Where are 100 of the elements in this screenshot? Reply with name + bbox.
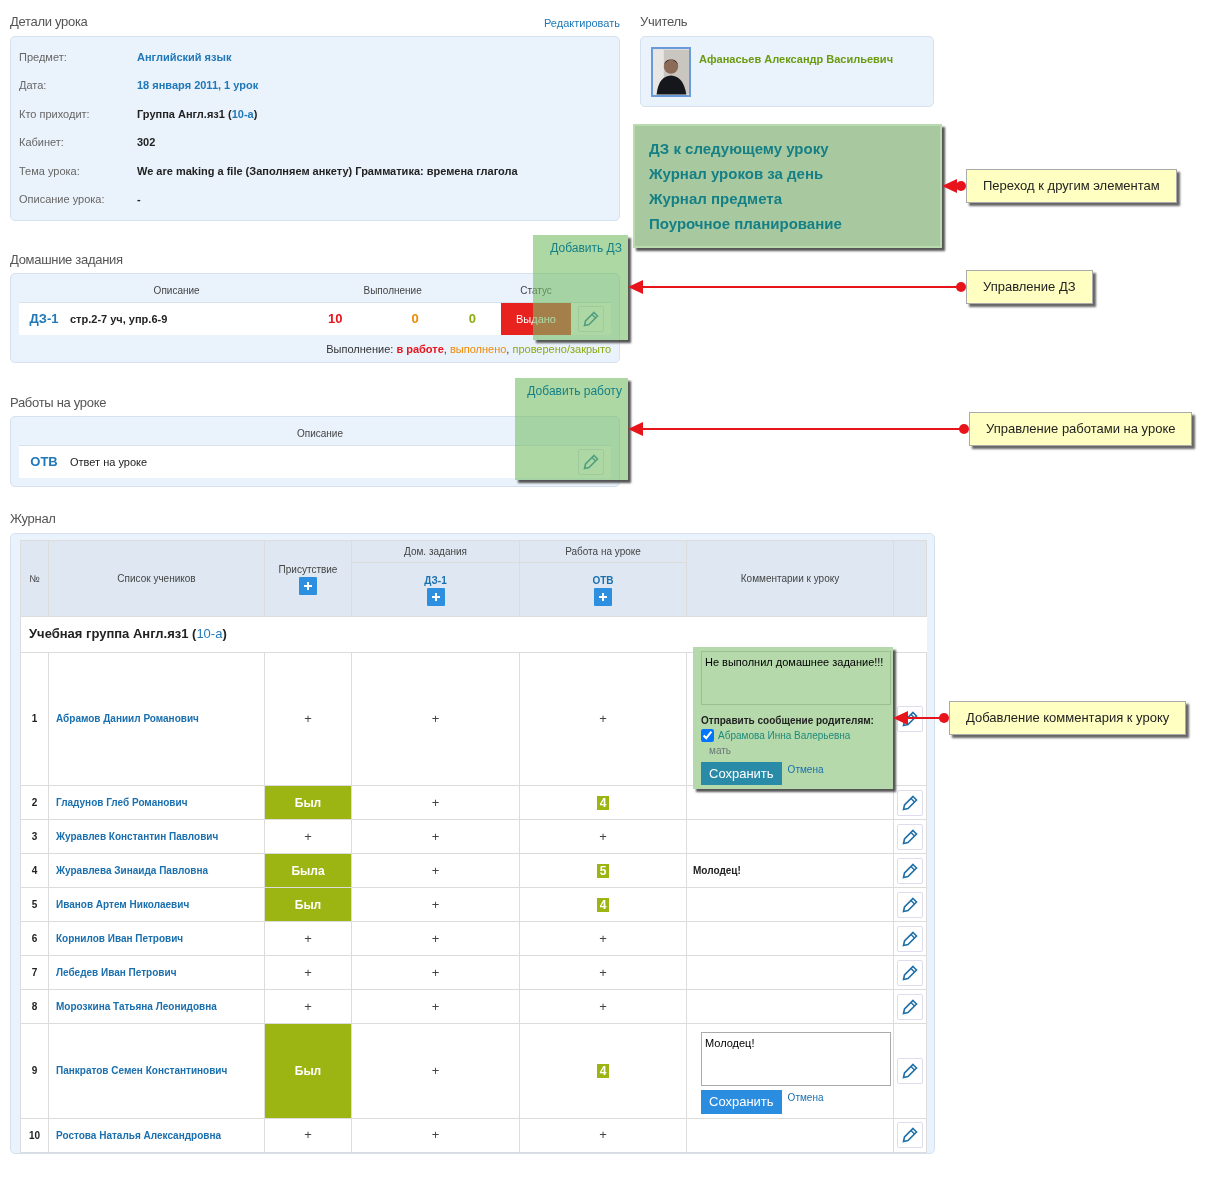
count-value: 10 xyxy=(328,311,343,326)
plus-icon xyxy=(598,591,608,602)
student-link[interactable]: Иванов Артем Николаевич xyxy=(56,899,190,910)
field-label: Описание урока: xyxy=(19,193,105,205)
description-text: Ответ на уроке xyxy=(70,455,148,468)
field-value: Группа Англ.яз1 (10-а) xyxy=(137,107,258,120)
column-header: Описание xyxy=(297,428,343,440)
column-header: № xyxy=(29,572,40,584)
row-number: 5 xyxy=(31,899,38,910)
pencil-icon xyxy=(902,828,918,845)
parent-name: Абрамова Инна Валерьевна xyxy=(718,728,851,743)
cancel-link[interactable]: Отмена xyxy=(787,761,824,777)
plus-mark[interactable]: + xyxy=(431,1127,440,1143)
plus-mark[interactable]: + xyxy=(431,862,440,878)
plus-mark[interactable]: + xyxy=(599,1127,607,1143)
plus-mark[interactable]: + xyxy=(431,828,440,844)
student-link[interactable]: Гладунов Глеб Романович xyxy=(56,797,188,808)
column-link[interactable]: ОТВ xyxy=(592,574,614,586)
edit-button[interactable] xyxy=(897,925,923,952)
callout-label: Переход к другим элементам xyxy=(966,169,1177,203)
pencil-icon xyxy=(902,862,918,879)
value-link[interactable]: Английский язык xyxy=(137,50,232,63)
add-button[interactable] xyxy=(299,576,317,595)
edit-button[interactable] xyxy=(897,993,923,1020)
plus-mark[interactable]: + xyxy=(431,964,440,980)
comment-text: Молодец! xyxy=(693,865,741,876)
edit-link[interactable]: Редактировать xyxy=(544,15,620,32)
class-link[interactable]: 10-а xyxy=(196,626,223,642)
add-link[interactable]: Добавить ДЗ xyxy=(533,234,628,257)
edit-button[interactable] xyxy=(897,857,923,884)
student-link[interactable]: Корнилов Иван Петрович xyxy=(56,933,184,944)
comment-field[interactable]: Молодец! xyxy=(701,1032,891,1086)
plus-mark[interactable]: + xyxy=(304,828,312,844)
relation-label: мать xyxy=(709,744,731,756)
value-link[interactable]: 18 января 2011, 1 урок xyxy=(137,79,259,91)
plus-mark[interactable]: + xyxy=(304,711,312,726)
edit-button[interactable] xyxy=(897,891,923,918)
plus-mark[interactable]: + xyxy=(304,964,312,980)
plus-mark[interactable]: + xyxy=(431,794,440,810)
plus-mark[interactable]: + xyxy=(599,930,607,946)
column-header: Список учеников xyxy=(117,572,196,584)
student-link[interactable]: Панкратов Семен Константинович xyxy=(56,1065,228,1077)
pencil-icon xyxy=(583,310,599,327)
field-value: - xyxy=(137,193,141,205)
edit-button[interactable] xyxy=(897,789,923,816)
pencil-icon xyxy=(902,964,918,981)
row-number: 8 xyxy=(31,1001,38,1012)
edit-button[interactable] xyxy=(897,823,923,850)
plus-mark[interactable]: + xyxy=(599,828,607,844)
row-number: 7 xyxy=(31,967,38,978)
edit-button[interactable] xyxy=(897,959,923,986)
add-button[interactable] xyxy=(594,587,612,606)
section-title: Детали урока xyxy=(10,13,88,31)
plus-mark[interactable]: + xyxy=(304,930,312,946)
comment-field[interactable]: Не выполнил домашнее задание!!! xyxy=(701,650,891,705)
plus-mark[interactable]: + xyxy=(431,998,440,1014)
edit-button[interactable] xyxy=(897,1122,923,1148)
column-header: Описание xyxy=(153,285,200,297)
pencil-icon xyxy=(583,453,599,470)
plus-mark[interactable]: + xyxy=(431,930,440,946)
add-link[interactable]: Добавить работу xyxy=(515,377,628,400)
plus-mark[interactable]: + xyxy=(599,998,607,1014)
field-value: 302 xyxy=(137,136,156,148)
section-title: Домашние задания xyxy=(10,251,123,267)
field-label: Кто приходит: xyxy=(19,107,90,120)
row-number: 1 xyxy=(31,713,38,725)
teacher-link[interactable]: Афанасьев Александр Васильевич xyxy=(699,50,894,67)
description-text: стр.2-7 уч, упр.6-9 xyxy=(70,312,168,325)
column-link[interactable]: ДЗ-1 xyxy=(424,574,447,586)
pencil-icon xyxy=(902,794,918,811)
field-label: Тема урока: xyxy=(19,164,80,177)
checkbox[interactable] xyxy=(701,728,714,742)
plus-mark[interactable]: + xyxy=(304,998,312,1014)
field-label: Дата: xyxy=(19,79,47,91)
callout-label: Управление работами на уроке xyxy=(969,412,1193,446)
cancel-link[interactable]: Отмена xyxy=(787,1090,824,1105)
pencil-icon xyxy=(902,1127,918,1143)
class-link[interactable]: 10-а xyxy=(231,107,254,120)
status-badge: Выдано xyxy=(501,302,571,335)
column-header: Дом. задания xyxy=(404,545,467,557)
add-button[interactable] xyxy=(426,587,445,606)
save-button[interactable]: Сохранить xyxy=(701,761,782,785)
field-label: Предмет: xyxy=(19,50,67,63)
count-value: 0 xyxy=(468,311,476,326)
section-title: Учитель xyxy=(640,14,688,29)
plus-mark[interactable]: + xyxy=(599,711,607,726)
plus-mark[interactable]: + xyxy=(304,1127,312,1143)
column-header: Комментарии к уроку xyxy=(740,572,840,584)
plus-mark[interactable]: + xyxy=(599,964,607,980)
edit-button[interactable] xyxy=(897,1057,923,1084)
column-header: Выполнение xyxy=(363,285,422,297)
student-link[interactable]: Лебедев Иван Петрович xyxy=(56,967,177,978)
column-header: Работа на уроке xyxy=(565,545,641,557)
plus-mark[interactable]: + xyxy=(431,1063,440,1078)
student-link[interactable]: Абрамов Даниил Романович xyxy=(56,713,199,725)
count-value: 0 xyxy=(411,311,419,326)
save-button[interactable]: Сохранить xyxy=(701,1090,782,1114)
plus-mark[interactable]: + xyxy=(431,711,440,726)
pencil-icon xyxy=(902,896,918,913)
plus-mark[interactable]: + xyxy=(431,896,440,912)
